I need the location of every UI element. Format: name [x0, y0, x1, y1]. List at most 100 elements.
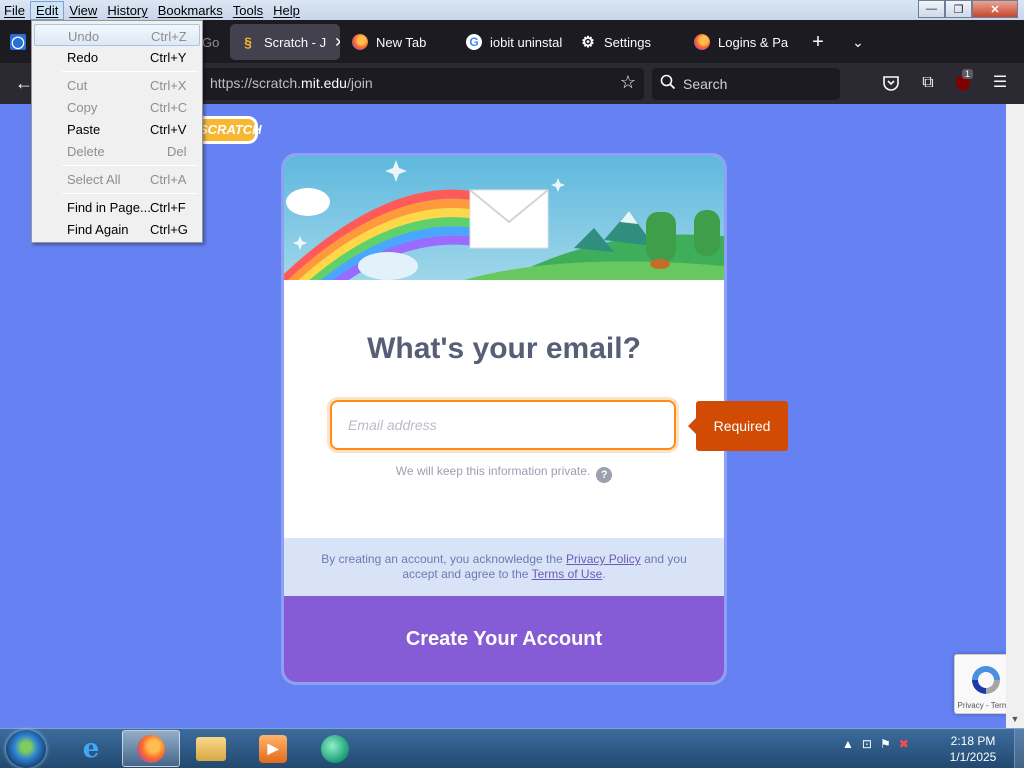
- undo-label: Undo: [68, 29, 100, 44]
- menu-item-find-in-page[interactable]: Find in Page... Ctrl+F: [34, 196, 200, 218]
- internet-explorer-icon: e: [82, 733, 100, 764]
- extension-badge: 1: [962, 69, 974, 79]
- pinned-site-icon: ◯: [10, 34, 26, 50]
- select-all-shortcut: Ctrl+A: [150, 172, 187, 187]
- chat-app-icon: [321, 734, 349, 763]
- clock-time: 2:18 PM: [950, 734, 996, 748]
- taskbar: e ▶ ▲ ⊡ ⚑ ✖ 2:18 PM 1/1/2025: [0, 728, 1024, 768]
- copy-shortcut: Ctrl+C: [150, 100, 188, 115]
- tab-pinned-icon[interactable]: ◯: [10, 24, 26, 60]
- menu-item-cut[interactable]: Cut Ctrl+X: [34, 74, 200, 96]
- window-controls: — ❐ ✕: [918, 0, 1018, 18]
- copy-label: Copy: [67, 100, 98, 115]
- menu-item-copy[interactable]: Copy Ctrl+C: [34, 96, 200, 118]
- tab-scratch[interactable]: § Scratch - J ✕: [230, 24, 340, 60]
- menu-help[interactable]: Help: [268, 1, 305, 20]
- menu-view[interactable]: View: [64, 1, 102, 20]
- tab-new-tab-label: New Tab: [376, 34, 427, 50]
- legal-text-3: .: [602, 567, 606, 581]
- menu-item-paste[interactable]: Paste Ctrl+V: [34, 118, 200, 140]
- menu-tools[interactable]: Tools: [228, 1, 268, 20]
- chevron-down-icon[interactable]: ⌄: [848, 29, 868, 55]
- redo-label: Redo: [67, 50, 99, 65]
- menu-edit[interactable]: Edit: [29, 0, 65, 20]
- create-account-button[interactable]: Create Your Account: [284, 596, 724, 682]
- legal-text-1: By creating an account, you acknowledge …: [321, 552, 567, 566]
- legal-notice: By creating an account, you acknowledge …: [284, 538, 724, 596]
- taskbar-internet-explorer[interactable]: e: [62, 730, 120, 767]
- gear-icon: ⚙: [581, 34, 595, 51]
- privacy-note-text: We will keep this information private.: [395, 464, 591, 478]
- recaptcha-badge[interactable]: Privacy - Terms: [954, 654, 1006, 714]
- delete-label: Delete: [67, 144, 105, 159]
- menu-item-select-all[interactable]: Select All Ctrl+A: [34, 168, 200, 190]
- url-path: /join: [346, 75, 373, 91]
- maximize-button[interactable]: ❐: [945, 0, 972, 18]
- menu-history[interactable]: History: [102, 1, 152, 20]
- extensions-puzzle-icon[interactable]: ⧉: [917, 72, 939, 94]
- action-center-flag-icon[interactable]: ⚑: [880, 737, 891, 751]
- tab-scratch-label: Scratch - J: [264, 34, 327, 50]
- privacy-policy-link[interactable]: Privacy Policy: [566, 552, 641, 566]
- find-in-page-label: Find in Page...: [67, 200, 151, 215]
- taskbar-app[interactable]: [306, 730, 364, 767]
- paste-label: Paste: [67, 122, 101, 137]
- firefox-icon: [137, 734, 165, 763]
- close-tab-icon[interactable]: ✕: [334, 34, 340, 51]
- minimize-button[interactable]: —: [918, 0, 945, 18]
- new-tab-button[interactable]: +: [808, 29, 828, 55]
- menu-separator: [62, 165, 198, 166]
- url-domain: mit.edu: [301, 75, 347, 91]
- help-icon[interactable]: ?: [596, 467, 613, 483]
- menu-item-find-again[interactable]: Find Again Ctrl+G: [34, 218, 200, 240]
- menu-bookmarks[interactable]: Bookmarks: [153, 1, 228, 20]
- rainbow-header-illustration: [284, 156, 724, 280]
- taskbar-media-player[interactable]: ▶: [244, 730, 302, 767]
- join-card: What's your email? We will keep this inf…: [284, 156, 724, 682]
- menu-item-undo[interactable]: Undo Ctrl+Z: [34, 24, 200, 46]
- paste-shortcut: Ctrl+V: [150, 122, 187, 137]
- select-all-label: Select All: [67, 172, 121, 187]
- tab-settings[interactable]: ⚙ Settings: [580, 24, 680, 60]
- email-field[interactable]: [330, 400, 676, 450]
- url-bar[interactable]: https://scratch.mit.edu/join ☆: [200, 68, 644, 100]
- tab-logins[interactable]: Logins & Pa: [694, 24, 794, 60]
- start-button[interactable]: [6, 730, 46, 768]
- menu-item-redo[interactable]: Redo Ctrl+Y: [34, 46, 200, 68]
- menu-separator: [62, 193, 198, 194]
- menu-item-delete[interactable]: Delete Del: [34, 140, 200, 162]
- tab-settings-label: Settings: [604, 34, 651, 50]
- taskbar-firefox[interactable]: [122, 730, 180, 767]
- media-player-icon: ▶: [259, 734, 287, 763]
- taskbar-file-explorer[interactable]: [182, 730, 240, 767]
- page-scrollbar[interactable]: [1006, 104, 1024, 728]
- close-window-button[interactable]: ✕: [972, 0, 1018, 18]
- taskbar-clock[interactable]: 2:18 PM 1/1/2025: [940, 733, 1006, 765]
- recaptcha-icon: [972, 666, 1000, 694]
- google-icon: G: [466, 34, 482, 50]
- network-icon[interactable]: ⊡: [862, 737, 872, 751]
- hamburger-menu-icon[interactable]: ☰: [989, 72, 1011, 94]
- menu-bar: File Edit View History Bookmarks Tools H…: [0, 0, 1024, 20]
- tray-expand-icon[interactable]: ▲: [842, 737, 854, 751]
- tab-iobit[interactable]: G iobit uninstal: [466, 24, 562, 60]
- tooltip-arrow: [688, 418, 696, 434]
- pocket-icon[interactable]: [880, 72, 902, 94]
- cut-shortcut: Ctrl+X: [150, 78, 187, 93]
- recaptcha-links[interactable]: Privacy - Terms: [955, 701, 1006, 710]
- search-bar[interactable]: Search: [652, 68, 840, 100]
- tab-go[interactable]: Go: [202, 24, 220, 60]
- delete-shortcut: Del: [167, 144, 187, 159]
- show-desktop-button[interactable]: [1014, 729, 1024, 768]
- tab-go-label: Go: [202, 34, 220, 50]
- volume-muted-icon[interactable]: ✖: [899, 737, 909, 751]
- scroll-down-arrow-icon[interactable]: ▼: [1008, 712, 1022, 726]
- clock-date: 1/1/2025: [949, 750, 997, 764]
- tab-new-tab[interactable]: New Tab: [352, 24, 452, 60]
- menu-file[interactable]: File: [0, 1, 30, 20]
- firefox-icon: [352, 34, 368, 50]
- bookmark-star-icon[interactable]: ☆: [620, 72, 636, 93]
- terms-of-use-link[interactable]: Terms of Use: [532, 567, 603, 581]
- find-again-shortcut: Ctrl+G: [150, 222, 188, 237]
- find-again-label: Find Again: [67, 222, 129, 237]
